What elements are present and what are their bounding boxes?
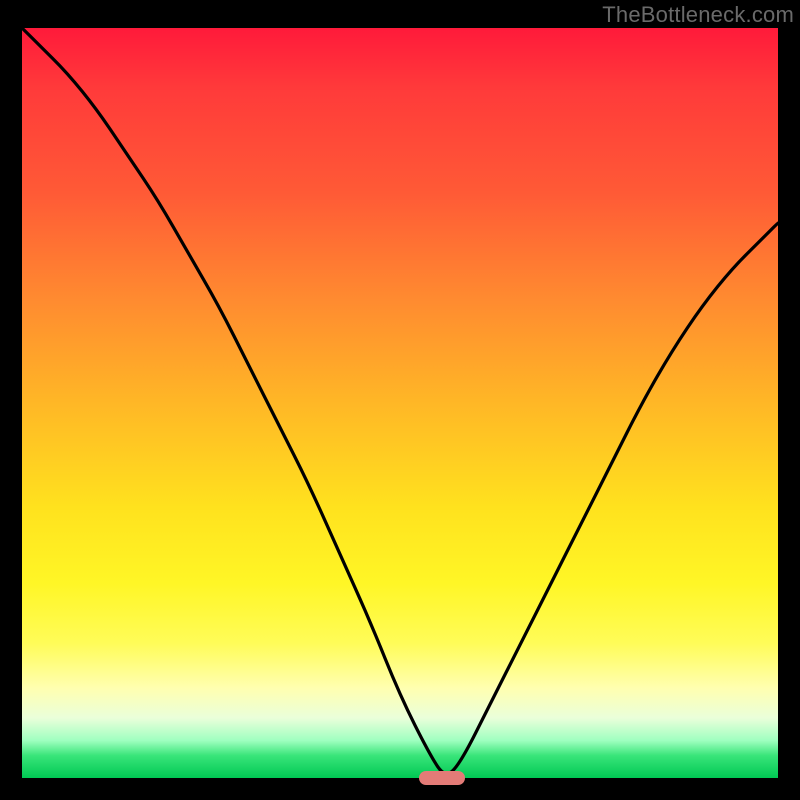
chart-minimum-marker xyxy=(419,771,465,785)
chart-curve-svg xyxy=(0,0,800,800)
chart-frame: TheBottleneck.com xyxy=(0,0,800,800)
watermark-label: TheBottleneck.com xyxy=(602,2,794,28)
chart-curve-path xyxy=(22,28,778,774)
